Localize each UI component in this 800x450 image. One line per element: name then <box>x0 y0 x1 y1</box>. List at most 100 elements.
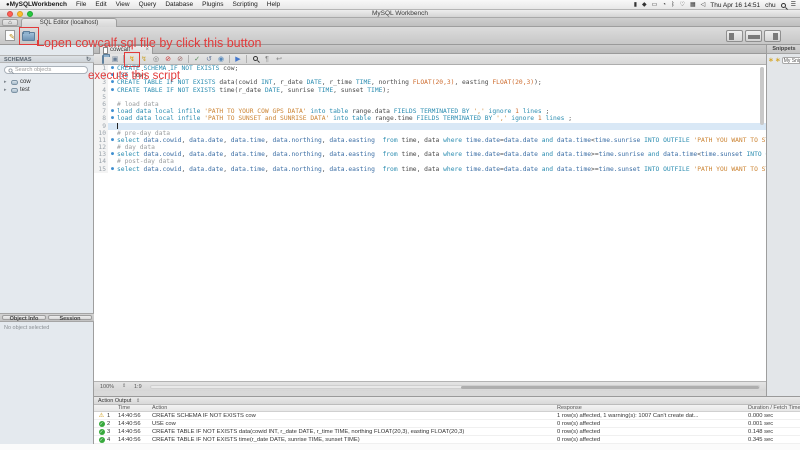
new-sql-tab-button[interactable]: ✎ <box>3 30 21 42</box>
menu-view[interactable]: View <box>116 1 130 8</box>
expand-arrow-icon[interactable]: ▸ <box>4 87 9 93</box>
menu-user[interactable]: chu <box>765 2 775 9</box>
save-icon[interactable]: ▣ <box>110 55 120 64</box>
home-tab-button[interactable]: ⌂ <box>2 19 18 26</box>
action-output-header[interactable]: Action Output ⇕ <box>94 397 800 405</box>
action-output-row[interactable]: ✓ 4 14:40:56 CREATE TABLE IF NOT EXISTS tim… <box>94 436 800 444</box>
window-title-bar[interactable]: MySQL Workbench <box>0 10 800 18</box>
menu-file[interactable]: File <box>76 1 86 8</box>
display-icon[interactable]: ▭ <box>652 0 658 10</box>
vertical-scrollbar[interactable] <box>760 67 764 125</box>
code-line-5[interactable]: 5 <box>94 93 766 101</box>
column-header-action[interactable]: Action <box>152 405 167 412</box>
column-header-duration[interactable]: Duration / Fetch Time <box>748 405 800 412</box>
code-line-15[interactable]: 15 ● select data.cowid, data.date, data.ti… <box>94 165 766 173</box>
code-line-10[interactable]: 10 # pre-day data <box>94 129 766 137</box>
commit-icon[interactable]: ✓ <box>192 55 202 64</box>
bluetooth-icon[interactable]: ᛒ <box>671 0 675 10</box>
save-snippet-icon[interactable]: ▶ <box>233 55 243 64</box>
schema-search-input[interactable]: Search objects <box>4 66 88 74</box>
snippet-star-icon-2[interactable]: ∗ <box>775 56 781 64</box>
menu-query[interactable]: Query <box>139 1 157 8</box>
execute-current-icon[interactable]: ↯ <box>139 55 149 64</box>
snippet-star-icon[interactable]: ∗ <box>768 56 774 64</box>
zoom-stepper-icon[interactable]: ⇕ <box>122 383 126 389</box>
stop-icon[interactable]: ⊘ <box>163 55 173 64</box>
code-area[interactable]: 1 ● CREATE SCHEMA IF NOT EXISTS cow; 2 ● USE … <box>94 65 766 371</box>
refresh-schemas-icon[interactable]: ↻ <box>86 56 91 64</box>
column-header-time[interactable]: Time <box>118 405 130 412</box>
code-line-12[interactable]: 12 # day data <box>94 144 766 152</box>
horizontal-scrollbar[interactable] <box>150 385 760 389</box>
open-script-button[interactable] <box>19 27 39 45</box>
menu-mysqlworkbench[interactable]: MySQLWorkbench <box>10 1 67 8</box>
toggle-bottom-panel-button[interactable] <box>745 30 762 42</box>
column-header-response[interactable]: Response <box>557 405 582 412</box>
wrap-icon[interactable]: ↩ <box>274 55 284 64</box>
code-line-1[interactable]: 1 ● CREATE SCHEMA IF NOT EXISTS cow; <box>94 65 766 73</box>
battery-icon[interactable]: ▮ <box>634 0 637 10</box>
menu-status-area: ▮ ◆ ▭ ◔ ᛒ ♡ ▦ ◁ Thu Apr 16 14:51 chu ☰ <box>634 0 796 10</box>
notification-center-icon[interactable]: ☰ <box>791 0 796 10</box>
menu-edit[interactable]: Edit <box>95 1 106 8</box>
open-file-icon[interactable] <box>98 54 108 64</box>
code-line-14[interactable]: 14 # post-day data <box>94 158 766 166</box>
mysql-workbench-window: MySQL Workbench ⌂ SQL Editor (localhost)… <box>0 10 800 450</box>
execute-script-icon[interactable]: ↯ <box>124 51 140 67</box>
editor-status-bar: 100% ⇕ 1:9 <box>94 381 766 391</box>
expand-arrow-icon[interactable]: ▸ <box>4 79 9 85</box>
sidebar-lower-bg <box>0 323 94 444</box>
dropbox-icon[interactable]: ◆ <box>642 0 647 10</box>
schema-item-cow[interactable]: ▸ cow <box>4 78 92 86</box>
menu-help[interactable]: Help <box>267 1 280 8</box>
schema-name: cow <box>20 79 31 85</box>
schema-item-test[interactable]: ▸ test <box>4 86 92 94</box>
code-line-6[interactable]: 6 # load data <box>94 100 766 109</box>
code-line-9[interactable]: 9 <box>94 122 766 130</box>
row-response: 1 row(s) affected, 1 warning(s): 1007 Ca… <box>557 413 699 419</box>
volume-icon[interactable]: ◁ <box>701 0 706 10</box>
menu-database[interactable]: Database <box>165 1 193 8</box>
toggle-right-panel-button[interactable] <box>764 30 781 42</box>
sql-editor-tab[interactable]: SQL Editor (localhost) <box>21 18 117 27</box>
action-output-row[interactable]: ✓ 3 14:40:56 CREATE TABLE IF NOT EXISTS dat… <box>94 428 800 436</box>
rollback-icon[interactable]: ↺ <box>204 55 214 64</box>
status-ok-icon: ✓ <box>98 429 105 435</box>
toolbar-separator <box>246 55 247 63</box>
spotlight-search-icon[interactable] <box>780 2 786 8</box>
row-action: USE cow <box>152 421 176 427</box>
code-line-4[interactable]: 4 ● CREATE TABLE IF NOT EXISTS time(r_date… <box>94 86 766 94</box>
desktop <box>0 444 800 450</box>
snippet-category-select[interactable]: My Snip <box>781 56 800 64</box>
menu-scripting[interactable]: Scripting <box>232 1 257 8</box>
code-line-7[interactable]: 7 ● load data local infile 'PATH TO YOUR C… <box>94 108 766 116</box>
snippets-panel: Snippets ∗ ∗ My Snip <box>766 45 800 396</box>
menu-plugins[interactable]: Plugins <box>202 1 223 8</box>
tab-session[interactable]: Session <box>48 315 92 322</box>
stop-on-error-icon[interactable]: ⊘ <box>175 55 185 64</box>
code-line-8[interactable]: 8 ● load data local infile 'PATH TO SUNSET… <box>94 115 766 123</box>
menu-clock[interactable]: Thu Apr 16 14:51 <box>710 2 760 9</box>
horizontal-scrollbar-thumb[interactable] <box>461 386 759 389</box>
code-line-3[interactable]: 3 ● CREATE TABLE IF NOT EXISTS data(cowid … <box>94 79 766 87</box>
autocommit-icon[interactable]: ◉ <box>216 55 226 64</box>
line-number: 12 <box>94 144 108 152</box>
flag-icon[interactable]: ▦ <box>690 0 696 10</box>
action-output-rows: ⚠ 1 14:40:56 CREATE SCHEMA IF NOT EXISTS co… <box>94 412 800 444</box>
explain-icon[interactable]: ◎ <box>151 55 161 64</box>
action-output-row[interactable]: ⚠ 1 14:40:56 CREATE SCHEMA IF NOT EXISTS co… <box>94 412 800 420</box>
toggle-left-panel-button[interactable] <box>726 30 743 42</box>
code-line-13[interactable]: 13 ● select data.cowid, data.date, data.ti… <box>94 151 766 159</box>
action-output-row[interactable]: ✓ 2 14:40:56 USE cow 0 row(s) affected 0.001 … <box>94 420 800 428</box>
timemachine-icon[interactable]: ◔ <box>662 0 666 10</box>
action-output-stepper-icon[interactable]: ⇕ <box>136 397 140 405</box>
code-line-11[interactable]: 11 ● select data.cowid, data.date, data.ti… <box>94 136 766 145</box>
snippets-tab[interactable]: Snippets <box>767 45 800 54</box>
heart-icon[interactable]: ♡ <box>680 0 685 10</box>
code-text: select data.cowid, data.date, data.time,… <box>117 165 766 173</box>
code-line-2[interactable]: 2 ● USE cow; <box>94 72 766 80</box>
zoom-level[interactable]: 100% <box>100 384 114 390</box>
find-icon[interactable] <box>250 55 260 64</box>
tab-object-info[interactable]: Object Info <box>2 315 46 322</box>
invisibles-icon[interactable]: ¶ <box>262 55 272 64</box>
